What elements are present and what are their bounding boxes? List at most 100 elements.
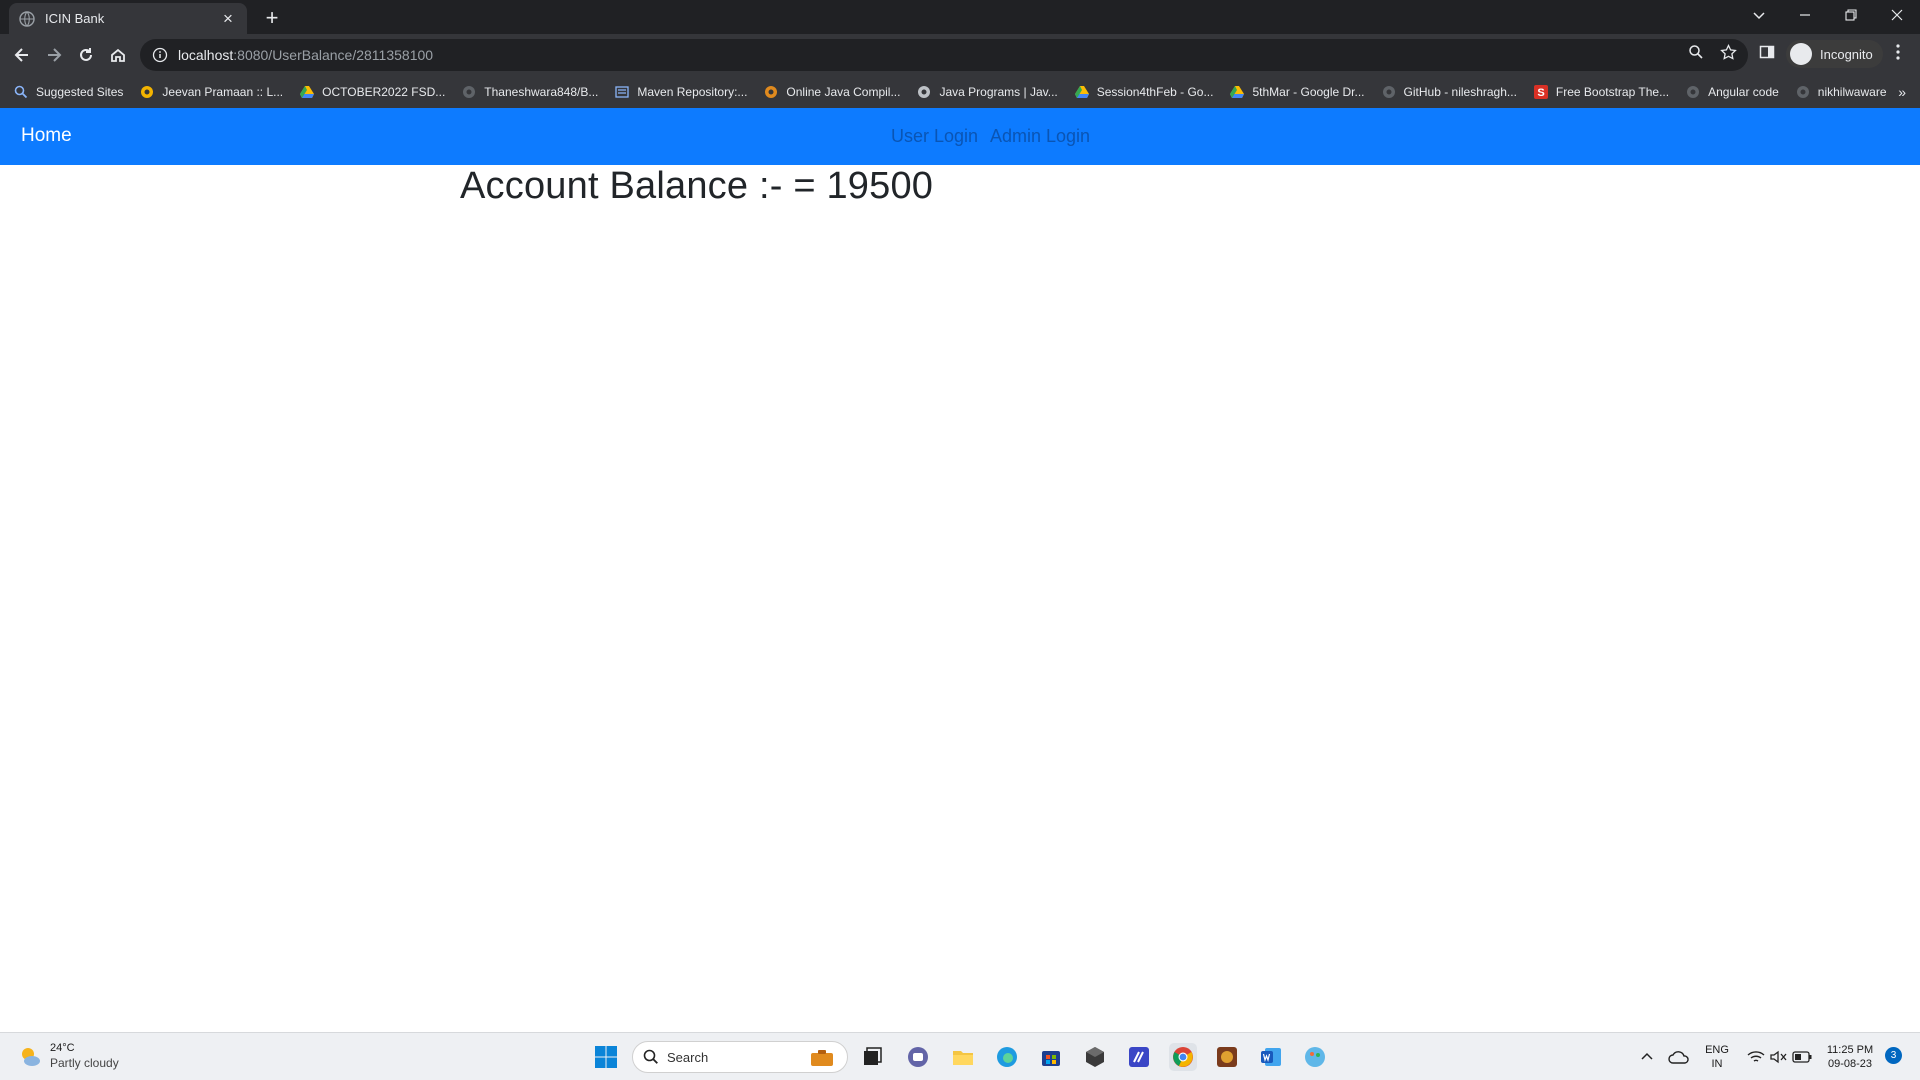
bookmark-label: nikhilwaware	[1817, 85, 1887, 99]
menu-kebab-icon[interactable]	[1888, 42, 1908, 62]
bookmarks-overflow-chevron[interactable]: »	[1898, 84, 1906, 100]
weather-condition: Partly cloudy	[50, 1056, 119, 1070]
bookmark-label: Jeevan Pramaan :: L...	[162, 85, 284, 99]
incognito-profile-button[interactable]: Incognito	[1786, 40, 1883, 68]
bookmark-item[interactable]: Jeevan Pramaan :: L...	[140, 85, 283, 99]
maven-icon	[615, 85, 630, 99]
show-hidden-icons-chevron[interactable]	[1633, 1043, 1661, 1071]
teams-chat-icon[interactable]	[904, 1043, 932, 1071]
side-panel-icon[interactable]	[1757, 42, 1777, 62]
url-host: localhost	[178, 47, 234, 63]
paint-app-icon[interactable]	[1301, 1043, 1329, 1071]
file-explorer-icon[interactable]	[949, 1043, 977, 1071]
search-icon	[643, 1049, 658, 1064]
battery-icon[interactable]	[1788, 1043, 1816, 1071]
task-view-icon[interactable]	[858, 1043, 886, 1071]
clock-time: 11:25 PM	[1826, 1044, 1874, 1056]
drive-icon	[1230, 85, 1245, 99]
edge-browser-icon[interactable]	[993, 1043, 1021, 1071]
home-button[interactable]	[104, 41, 132, 69]
github-icon	[1796, 85, 1810, 99]
bookmark-item[interactable]: Online Java Compil...	[764, 85, 900, 99]
bookmark-label: Online Java Compil...	[786, 85, 901, 99]
language-indicator[interactable]: ENG IN	[1702, 1043, 1732, 1071]
chrome-icon[interactable]	[1169, 1043, 1197, 1071]
bookmark-label: GitHub - nileshragh...	[1403, 85, 1517, 99]
bookmark-label: Suggested Sites	[36, 85, 124, 99]
bookmark-label: Free Bootstrap The...	[1555, 85, 1670, 99]
nav-admin-login-link[interactable]: Admin Login	[990, 126, 1090, 147]
github-icon	[1382, 85, 1396, 99]
tab-close-icon[interactable]: ×	[219, 9, 237, 28]
bookmark-label: Maven Repository:...	[637, 85, 748, 99]
bookmarks-bar: Suggested Sites Jeevan Pramaan :: L... OCT…	[0, 76, 1920, 108]
microsoft-store-icon[interactable]	[1037, 1043, 1065, 1071]
nav-home-link[interactable]: Home	[21, 125, 72, 147]
back-button[interactable]	[8, 41, 36, 69]
search-highlight-icon	[811, 1050, 833, 1066]
bookmark-item[interactable]: Java Programs | Jav...	[917, 85, 1058, 99]
game-app-icon[interactable]	[1213, 1043, 1241, 1071]
drive-icon	[300, 85, 315, 99]
bookmark-label: 5thMar - Google Dr...	[1252, 85, 1365, 99]
onedrive-cloud-icon[interactable]	[1665, 1043, 1693, 1071]
visual-studio-icon[interactable]	[1125, 1043, 1153, 1071]
zoom-icon[interactable]	[1686, 42, 1706, 62]
bookmark-item[interactable]: GitHub - nileshragh...	[1382, 85, 1517, 99]
browser-tab[interactable]: ICIN Bank ×	[9, 3, 247, 34]
windows-taskbar: 24°C Partly cloudy Search ENG IN 11:25 P…	[0, 1032, 1920, 1080]
app-cube-icon[interactable]	[1081, 1043, 1109, 1071]
github-icon	[1686, 85, 1700, 99]
bookmark-item[interactable]: OCTOBER2022 FSD...	[300, 85, 445, 99]
minimize-button[interactable]	[1782, 0, 1828, 30]
github-icon	[462, 85, 476, 99]
site-icon	[140, 85, 154, 99]
bookmark-item[interactable]: Session4thFeb - Go...	[1074, 85, 1214, 99]
weather-temp: 24°C	[50, 1042, 75, 1054]
site-info-icon[interactable]	[152, 47, 168, 63]
nav-user-login-link[interactable]: User Login	[891, 126, 978, 147]
tab-title: ICIN Bank	[45, 11, 105, 26]
account-balance-heading: Account Balance :- = 19500	[460, 165, 934, 207]
notification-badge[interactable]: 3	[1885, 1047, 1902, 1064]
bookmark-item[interactable]: Thaneshwara848/B...	[462, 85, 598, 99]
clock[interactable]: 11:25 PM 09-08-23	[1820, 1043, 1880, 1071]
bookmark-item[interactable]: Angular code	[1686, 85, 1779, 99]
bookmark-star-icon[interactable]	[1718, 42, 1738, 62]
language-region: IN	[1711, 1058, 1723, 1070]
bookmark-item[interactable]: 5thMar - Google Dr...	[1230, 85, 1365, 99]
globe-icon	[19, 10, 35, 27]
clock-date: 09-08-23	[1827, 1058, 1873, 1070]
compiler-icon	[764, 85, 778, 99]
site-navbar: Home User Login Admin Login	[0, 108, 1920, 165]
weather-widget[interactable]: 24°C Partly cloudy	[18, 1041, 119, 1071]
forward-button[interactable]	[40, 41, 68, 69]
browser-toolbar: localhost:8080/UserBalance/2811358100 In…	[0, 34, 1920, 76]
bookmark-item[interactable]: nikhilwaware	[1796, 85, 1887, 99]
reload-button[interactable]	[72, 41, 100, 69]
word-icon[interactable]	[1257, 1043, 1285, 1071]
search-icon	[14, 85, 28, 99]
browser-tab-strip: ICIN Bank × +	[0, 0, 1920, 34]
svg-text:S: S	[1537, 87, 1544, 99]
bookmark-label: Java Programs | Jav...	[939, 85, 1058, 99]
s-icon: S	[1533, 85, 1548, 99]
globe-icon	[917, 85, 931, 99]
bookmark-item[interactable]: Suggested Sites	[14, 85, 123, 99]
taskbar-search-box[interactable]: Search	[632, 1041, 848, 1073]
incognito-icon	[1790, 43, 1812, 65]
bookmark-label: Session4thFeb - Go...	[1096, 85, 1214, 99]
start-windows-icon[interactable]	[592, 1043, 620, 1071]
url-path: :8080/UserBalance/2811358100	[233, 47, 434, 63]
tab-search-button[interactable]	[1736, 0, 1782, 30]
partly-cloudy-icon	[22, 1048, 40, 1066]
restore-button[interactable]	[1828, 0, 1874, 30]
bookmark-label: Angular code	[1708, 85, 1779, 99]
address-bar[interactable]: localhost:8080/UserBalance/2811358100	[140, 39, 1748, 71]
new-tab-button[interactable]: +	[259, 5, 285, 31]
bookmark-item[interactable]: S Free Bootstrap The...	[1533, 85, 1670, 99]
bookmark-label: OCTOBER2022 FSD...	[322, 85, 446, 99]
bookmark-item[interactable]: Maven Repository:...	[615, 85, 747, 99]
close-window-button[interactable]	[1874, 0, 1920, 30]
bookmark-label: Thaneshwara848/B...	[484, 85, 599, 99]
